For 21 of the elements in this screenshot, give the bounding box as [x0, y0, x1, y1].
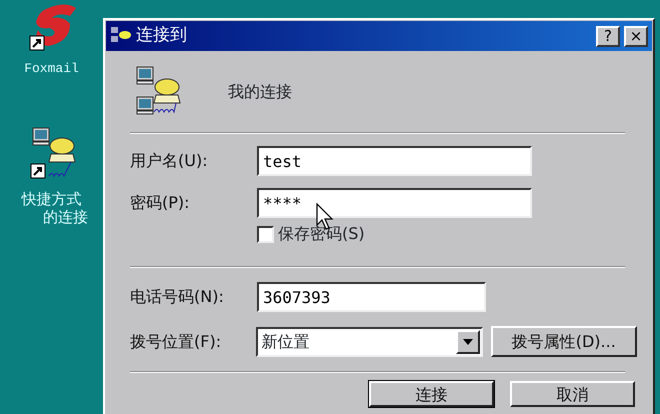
save-password-checkbox[interactable] — [257, 226, 274, 242]
window-title: 连接到 — [136, 24, 187, 48]
password-field[interactable]: **** — [257, 188, 532, 218]
username-field[interactable]: test — [257, 146, 532, 176]
phone-label: 电话号码(N): — [130, 286, 225, 308]
field-label: 用户名(U): — [130, 150, 209, 172]
field-label: 密码(P): — [130, 192, 191, 214]
cancel-button[interactable]: 取消 — [510, 381, 635, 407]
connect-button[interactable]: 连接 — [369, 381, 494, 407]
phone-field[interactable]: 3607393 — [257, 282, 486, 312]
dial-from-label: 拨号位置(F): — [130, 330, 222, 352]
dropdown-arrow-icon — [462, 338, 473, 344]
help-button[interactable]: ? — [596, 26, 620, 46]
connection-name: 我的连接 — [228, 81, 292, 103]
dial-from-dropdown[interactable]: 新位置 — [256, 326, 483, 356]
icon-label: 的连接 — [42, 208, 88, 226]
dialing-properties-button[interactable]: 拨号属性(D)... — [490, 326, 637, 357]
icon-label: 快捷方式 — [22, 190, 82, 208]
close-button[interactable]: × — [624, 26, 648, 46]
icon-label: Foxmail — [24, 60, 79, 78]
save-password-label: 保存密码(S) — [278, 223, 365, 245]
